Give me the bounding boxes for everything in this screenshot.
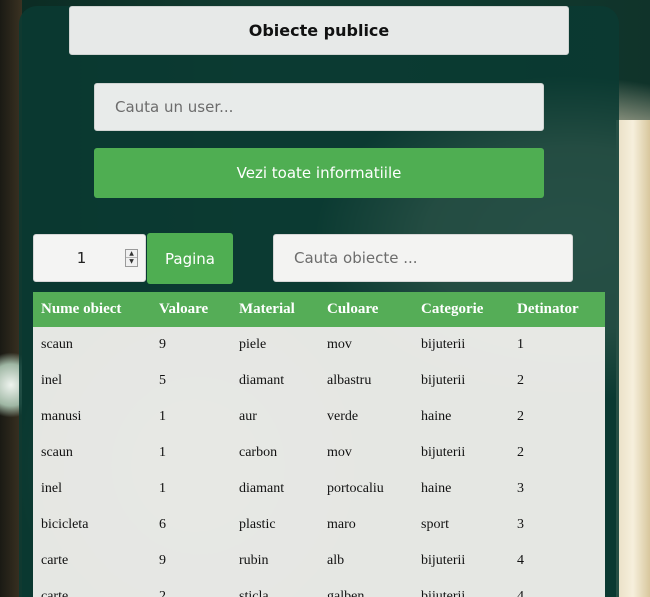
cell-color: galben xyxy=(327,589,365,597)
table-row: carte 2 sticla galben bijuterii 4 xyxy=(33,579,605,597)
cell-category: bijuterii xyxy=(421,553,466,568)
cell-color: mov xyxy=(327,445,352,460)
cell-value: 5 xyxy=(159,373,166,388)
spin-down-icon[interactable]: ▼ xyxy=(126,258,137,266)
cell-color: portocaliu xyxy=(327,481,384,496)
table-header-row: Nume obiect Valoare Material Culoare Cat… xyxy=(33,292,605,327)
spin-up-icon[interactable]: ▲ xyxy=(126,250,137,258)
cell-category: bijuterii xyxy=(421,445,466,460)
cell-material: diamant xyxy=(239,481,285,496)
table-row: inel 5 diamant albastru bijuterii 2 xyxy=(33,363,605,399)
column-header-material: Material xyxy=(239,301,295,317)
cell-name: inel xyxy=(41,481,62,496)
cell-value: 1 xyxy=(159,481,166,496)
column-header-nume-obiect: Nume obiect xyxy=(41,301,122,317)
table-row: carte 9 rubin alb bijuterii 4 xyxy=(33,543,605,579)
cell-name: carte xyxy=(41,553,69,568)
background-mirror-frame xyxy=(616,120,650,597)
cell-category: haine xyxy=(421,481,452,496)
cell-value: 6 xyxy=(159,517,166,532)
table-row: scaun 1 carbon mov bijuterii 2 xyxy=(33,435,605,471)
page-number-value: 1 xyxy=(76,249,87,267)
cell-material: aur xyxy=(239,409,257,424)
cell-color: maro xyxy=(327,517,356,532)
table-row: inel 1 diamant portocaliu haine 3 xyxy=(33,471,605,507)
cell-value: 1 xyxy=(159,445,166,460)
cell-value: 2 xyxy=(159,589,166,597)
cell-value: 9 xyxy=(159,553,166,568)
cell-color: alb xyxy=(327,553,345,568)
cell-category: bijuterii xyxy=(421,337,466,352)
cell-category: haine xyxy=(421,409,452,424)
cell-name: carte xyxy=(41,589,69,597)
cell-color: verde xyxy=(327,409,359,424)
table-row: scaun 9 piele mov bijuterii 1 xyxy=(33,327,605,363)
column-header-categorie: Categorie xyxy=(421,301,484,317)
column-header-detinator: Detinator xyxy=(517,301,579,317)
cell-owner: 2 xyxy=(517,445,524,460)
cell-material: piele xyxy=(239,337,267,352)
cell-material: carbon xyxy=(239,445,278,460)
table-row: manusi 1 aur verde haine 2 xyxy=(33,399,605,435)
cell-owner: 4 xyxy=(517,553,524,568)
objects-table: Nume obiect Valoare Material Culoare Cat… xyxy=(33,292,605,597)
cell-value: 1 xyxy=(159,409,166,424)
table-row: bicicleta 6 plastic maro sport 3 xyxy=(33,507,605,543)
cell-color: mov xyxy=(327,337,352,352)
cell-name: scaun xyxy=(41,337,73,352)
cell-category: sport xyxy=(421,517,449,532)
cell-owner: 2 xyxy=(517,373,524,388)
user-search-input[interactable] xyxy=(94,83,544,131)
cell-name: inel xyxy=(41,373,62,388)
cell-material: rubin xyxy=(239,553,269,568)
page-number-input[interactable]: 1 ▲ ▼ xyxy=(33,234,146,282)
cell-color: albastru xyxy=(327,373,372,388)
pagina-button[interactable]: Pagina xyxy=(147,233,233,284)
cell-category: bijuterii xyxy=(421,373,466,388)
cell-name: scaun xyxy=(41,445,73,460)
page-stepper[interactable]: ▲ ▼ xyxy=(125,249,138,267)
cell-owner: 4 xyxy=(517,589,524,597)
object-search-input[interactable] xyxy=(273,234,573,282)
cell-category: bijuterii xyxy=(421,589,466,597)
column-header-culoare: Culoare xyxy=(327,301,379,317)
view-all-info-button[interactable]: Vezi toate informatiile xyxy=(94,148,544,198)
objects-table-container: Nume obiect Valoare Material Culoare Cat… xyxy=(33,292,605,597)
cell-name: bicicleta xyxy=(41,517,89,532)
cell-owner: 3 xyxy=(517,481,524,496)
cell-value: 9 xyxy=(159,337,166,352)
cell-owner: 3 xyxy=(517,517,524,532)
column-header-valoare: Valoare xyxy=(159,301,209,317)
cell-name: manusi xyxy=(41,409,82,424)
cell-material: sticla xyxy=(239,589,269,597)
cell-owner: 1 xyxy=(517,337,524,352)
cell-material: plastic xyxy=(239,517,276,532)
page-title: Obiecte publice xyxy=(69,6,569,55)
cell-owner: 2 xyxy=(517,409,524,424)
cell-material: diamant xyxy=(239,373,285,388)
